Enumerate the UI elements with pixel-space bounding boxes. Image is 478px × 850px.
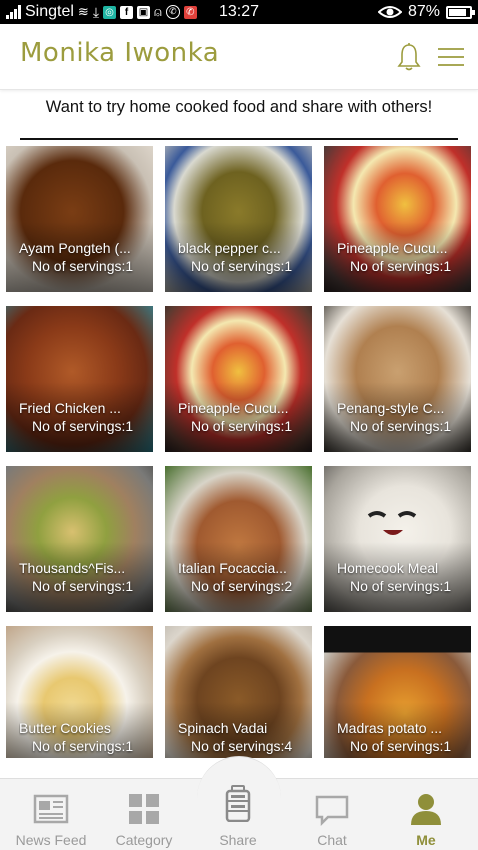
food-servings: No of servings:1: [32, 738, 134, 754]
nav-chat[interactable]: Chat: [285, 790, 379, 850]
photo-shade: [165, 542, 312, 612]
food-servings: No of servings:1: [32, 258, 134, 274]
carrier-label: Singtel: [25, 3, 74, 20]
page-title: Monika Iwonka: [20, 38, 220, 68]
divider: [20, 138, 458, 140]
nav-me[interactable]: Me: [379, 790, 473, 850]
newspaper-icon: [33, 794, 69, 824]
photo-shade: [165, 382, 312, 452]
food-servings: No of servings:1: [32, 578, 134, 594]
photo-shade: [6, 542, 153, 612]
food-card[interactable]: Ayam Pongteh (... No of servings:1: [6, 146, 153, 292]
food-name: Pineapple Cucu...: [337, 240, 448, 256]
grid-icon: [129, 794, 159, 824]
egg-face-illustration: [367, 511, 417, 535]
missed-call-icon: ✆: [183, 5, 197, 19]
wifi-icon: ≋: [77, 4, 89, 19]
nav-label: Chat: [317, 832, 347, 848]
photo-shade: [324, 382, 471, 452]
photo-shade: [6, 222, 153, 292]
person-icon: ⍝: [154, 4, 162, 19]
nav-label: Category: [115, 832, 173, 848]
app-header: Monika Iwonka: [0, 24, 478, 90]
contacts-icon: ▣: [137, 5, 151, 19]
food-name: Homecook Meal: [337, 560, 439, 576]
nav-news-feed[interactable]: News Feed: [4, 790, 98, 850]
food-name: Spinach Vadai: [178, 720, 268, 736]
signal-icon: [6, 5, 21, 19]
photo-shade: [6, 382, 153, 452]
nav-category[interactable]: Category: [97, 790, 191, 850]
food-name: Penang-style C...: [337, 400, 445, 416]
food-card[interactable]: Pineapple Cucu... No of servings:1: [165, 306, 312, 452]
food-servings: No of servings:1: [350, 738, 452, 754]
food-name: Pineapple Cucu...: [178, 400, 289, 416]
food-name: Butter Cookies: [19, 720, 111, 736]
nav-label: Me: [416, 832, 436, 848]
food-servings: No of servings:1: [191, 418, 293, 434]
battery-icon: [446, 5, 475, 19]
user-icon: [411, 794, 441, 825]
photo-shade: [165, 222, 312, 292]
status-bar: Singtel ≋ ⤓ ◎ f ▣ ⍝ ✆ ✆ 13:27 87%: [0, 0, 478, 24]
food-card[interactable]: Thousands^Fis... No of servings:1: [6, 466, 153, 612]
notifications-button[interactable]: [392, 40, 426, 74]
food-servings: No of servings:4: [191, 738, 293, 754]
food-card[interactable]: Homecook Meal No of servings:1: [324, 466, 471, 612]
menu-button[interactable]: [434, 40, 468, 74]
download-icon: ⤓: [92, 3, 100, 20]
food-grid: Ayam Pongteh (... No of servings:1 black…: [6, 146, 472, 758]
lunchbox-icon: [225, 785, 251, 822]
photo-shade: [324, 222, 471, 292]
food-servings: No of servings:1: [350, 258, 452, 274]
food-name: Ayam Pongteh (...: [19, 240, 131, 256]
food-card[interactable]: Spinach Vadai No of servings:4: [165, 626, 312, 758]
food-servings: No of servings:1: [350, 418, 452, 434]
eye-icon: [377, 6, 402, 18]
food-servings: No of servings:1: [191, 258, 293, 274]
food-name: Thousands^Fis...: [19, 560, 126, 576]
battery-percent: 87%: [407, 3, 440, 20]
food-card[interactable]: Butter Cookies No of servings:1: [6, 626, 153, 758]
food-name: Italian Focaccia...: [178, 560, 287, 576]
food-name: Madras potato ...: [337, 720, 443, 736]
food-servings: No of servings:2: [191, 578, 293, 594]
food-name: Fried Chicken ...: [19, 400, 121, 416]
nav-label: News Feed: [15, 832, 87, 848]
food-card[interactable]: Madras potato ... No of servings:1: [324, 626, 471, 758]
bell-icon: [397, 43, 421, 71]
clock: 13:27: [218, 3, 260, 20]
food-card[interactable]: Italian Focaccia... No of servings:2: [165, 466, 312, 612]
food-card[interactable]: black pepper c... No of servings:1: [165, 146, 312, 292]
chat-bubble-icon: [315, 795, 349, 826]
facebook-icon: f: [120, 5, 134, 19]
nav-share[interactable]: Share: [191, 785, 285, 850]
nav-label: Share: [219, 832, 257, 848]
photo-shade: [324, 542, 471, 612]
food-servings: No of servings:1: [350, 578, 452, 594]
whatsapp-icon: ✆: [165, 5, 180, 19]
food-card[interactable]: Fried Chicken ... No of servings:1: [6, 306, 153, 452]
food-card[interactable]: Pineapple Cucu... No of servings:1: [324, 146, 471, 292]
food-name: black pepper c...: [178, 240, 281, 256]
intro-text: Want to try home cooked food and share w…: [45, 98, 433, 116]
hamburger-menu-icon: [438, 48, 464, 66]
food-card[interactable]: Penang-style C... No of servings:1: [324, 306, 471, 452]
app-notification-icon: ◎: [103, 5, 117, 19]
food-servings: No of servings:1: [32, 418, 134, 434]
